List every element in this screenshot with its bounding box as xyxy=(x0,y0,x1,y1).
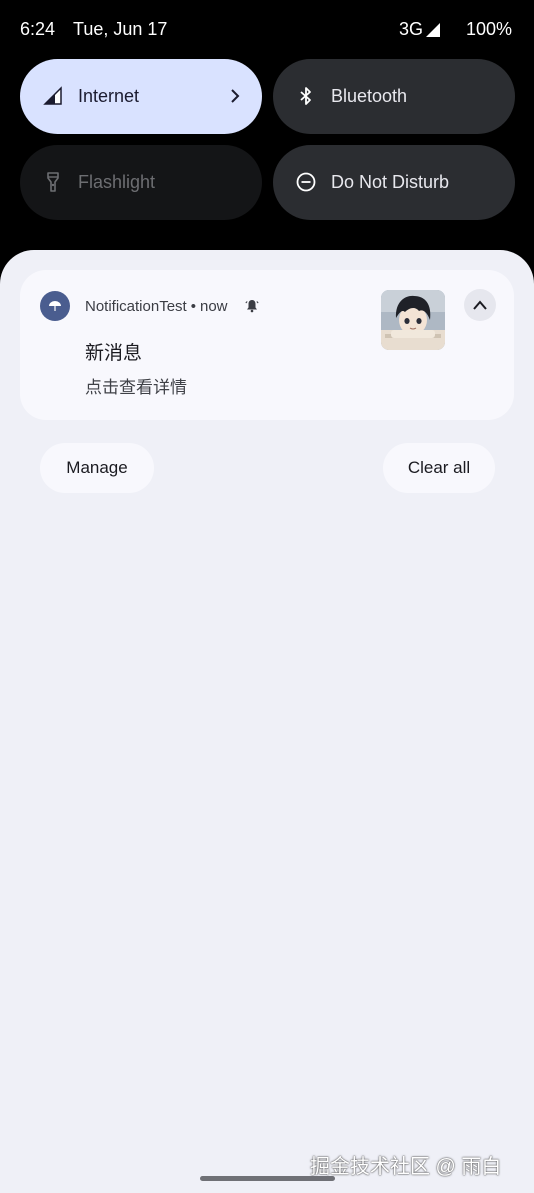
tile-bluetooth-label: Bluetooth xyxy=(331,86,408,106)
notification-thumbnail xyxy=(381,290,445,350)
notification-shade: NotificationTest • now 新消息 点击查看详情 Manage… xyxy=(0,250,534,1193)
tile-bluetooth[interactable]: Bluetooth xyxy=(273,59,515,134)
chevron-up-icon xyxy=(473,300,487,310)
tile-flashlight[interactable]: Flashlight xyxy=(20,145,262,220)
status-time: 6:24 xyxy=(20,19,56,39)
app-icon xyxy=(40,291,70,321)
bell-icon xyxy=(245,300,259,313)
header-separator: • xyxy=(190,298,196,315)
tile-internet-label: Internet xyxy=(78,86,140,106)
notification-body: 点击查看详情 xyxy=(85,378,187,397)
tile-flashlight-label: Flashlight xyxy=(78,172,156,192)
notification-header: NotificationTest • now xyxy=(85,298,228,315)
manage-button[interactable]: Manage xyxy=(40,443,154,493)
bluetooth-icon xyxy=(300,87,311,105)
flashlight-icon xyxy=(47,172,59,192)
battery-level: 100% xyxy=(466,19,513,39)
watermark: 掘金技术社区 @ 雨白 xyxy=(310,1156,502,1178)
cellular-signal-icon xyxy=(43,86,62,105)
collapse-button[interactable] xyxy=(464,289,496,321)
status-date: Tue, Jun 17 xyxy=(73,19,168,39)
signal-strength-icon xyxy=(426,23,440,37)
notification-time: now xyxy=(199,298,228,315)
tile-do-not-disturb[interactable]: Do Not Disturb xyxy=(273,145,515,220)
do-not-disturb-icon xyxy=(296,172,316,192)
status-network-type: 3G xyxy=(399,19,424,39)
home-indicator[interactable] xyxy=(200,1176,335,1181)
tile-do-not-disturb-label: Do Not Disturb xyxy=(331,172,450,192)
anime-avatar-image xyxy=(381,290,445,350)
notification-app-name: NotificationTest xyxy=(85,298,187,315)
status-bar: 6:24 Tue, Jun 17 3G 100% xyxy=(0,0,534,60)
clear-all-button[interactable]: Clear all xyxy=(383,443,495,493)
umbrella-icon xyxy=(49,301,61,311)
chevron-right-icon[interactable] xyxy=(226,87,244,105)
notification-title: 新消息 xyxy=(85,343,143,364)
notification-card[interactable]: NotificationTest • now 新消息 点击查看详情 xyxy=(20,270,514,420)
tile-internet[interactable]: Internet xyxy=(20,59,262,134)
